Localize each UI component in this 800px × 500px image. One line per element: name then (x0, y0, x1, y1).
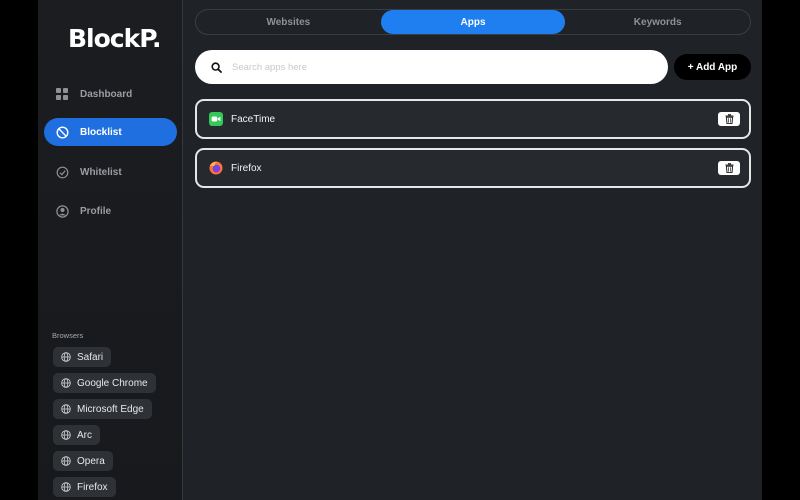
tab-bar: Websites Apps Keywords (195, 9, 751, 35)
search-bar (195, 50, 668, 84)
facetime-icon (209, 112, 223, 126)
app-logo: BlockP. (68, 24, 161, 53)
grid-icon (55, 87, 69, 101)
globe-icon (61, 430, 71, 440)
browser-chip-firefox[interactable]: Firefox (53, 477, 116, 497)
app-window: BlockP. Dashboard Blocklist Whitelist Pr… (38, 0, 762, 500)
sidebar-item-blocklist[interactable]: Blocklist (44, 118, 177, 146)
sidebar-item-label: Whitelist (80, 166, 122, 178)
browser-chip-safari[interactable]: Safari (53, 347, 112, 367)
sidebar-item-dashboard[interactable]: Dashboard (44, 80, 177, 108)
tab-apps[interactable]: Apps (380, 10, 566, 34)
firefox-icon (209, 161, 223, 175)
globe-icon (61, 352, 71, 362)
globe-icon (61, 378, 71, 388)
app-row: Firefox (195, 148, 751, 188)
browser-chip-microsoft-edge[interactable]: Microsoft Edge (53, 399, 152, 419)
browser-chip-label: Safari (77, 351, 104, 363)
browser-chip-label: Microsoft Edge (77, 403, 144, 415)
trash-icon (725, 163, 734, 173)
add-app-button[interactable]: + Add App (674, 54, 751, 80)
app-name: Firefox (231, 162, 262, 174)
globe-icon (61, 456, 71, 466)
search-input[interactable] (230, 60, 634, 74)
app-name: FaceTime (231, 113, 276, 125)
sidebar-item-label: Dashboard (80, 88, 133, 100)
browsers-section-title: Browsers (52, 331, 84, 340)
user-circle-icon (55, 204, 69, 218)
sidebar-item-whitelist[interactable]: Whitelist (44, 158, 177, 186)
sidebar-item-label: Profile (80, 205, 112, 217)
browser-chip-google-chrome[interactable]: Google Chrome (53, 373, 156, 393)
sidebar-item-label: Blocklist (80, 126, 122, 138)
delete-button[interactable] (718, 161, 740, 175)
delete-button[interactable] (718, 112, 740, 126)
app-row: FaceTime (195, 99, 751, 139)
block-icon (55, 125, 69, 139)
trash-icon (725, 114, 734, 124)
search-icon (210, 61, 222, 73)
tab-keywords[interactable]: Keywords (565, 10, 750, 34)
check-circle-icon (55, 165, 69, 179)
tab-websites[interactable]: Websites (196, 10, 381, 34)
sidebar: BlockP. Dashboard Blocklist Whitelist Pr… (38, 0, 183, 500)
browser-chip-label: Opera (77, 455, 105, 467)
browser-chip-opera[interactable]: Opera (53, 451, 113, 471)
browser-chip-label: Arc (77, 429, 92, 441)
sidebar-item-profile[interactable]: Profile (44, 197, 177, 225)
browser-chip-arc[interactable]: Arc (53, 425, 100, 445)
globe-icon (61, 404, 71, 414)
browser-chip-label: Google Chrome (77, 377, 148, 389)
globe-icon (61, 482, 71, 492)
browser-chip-label: Firefox (77, 481, 108, 493)
